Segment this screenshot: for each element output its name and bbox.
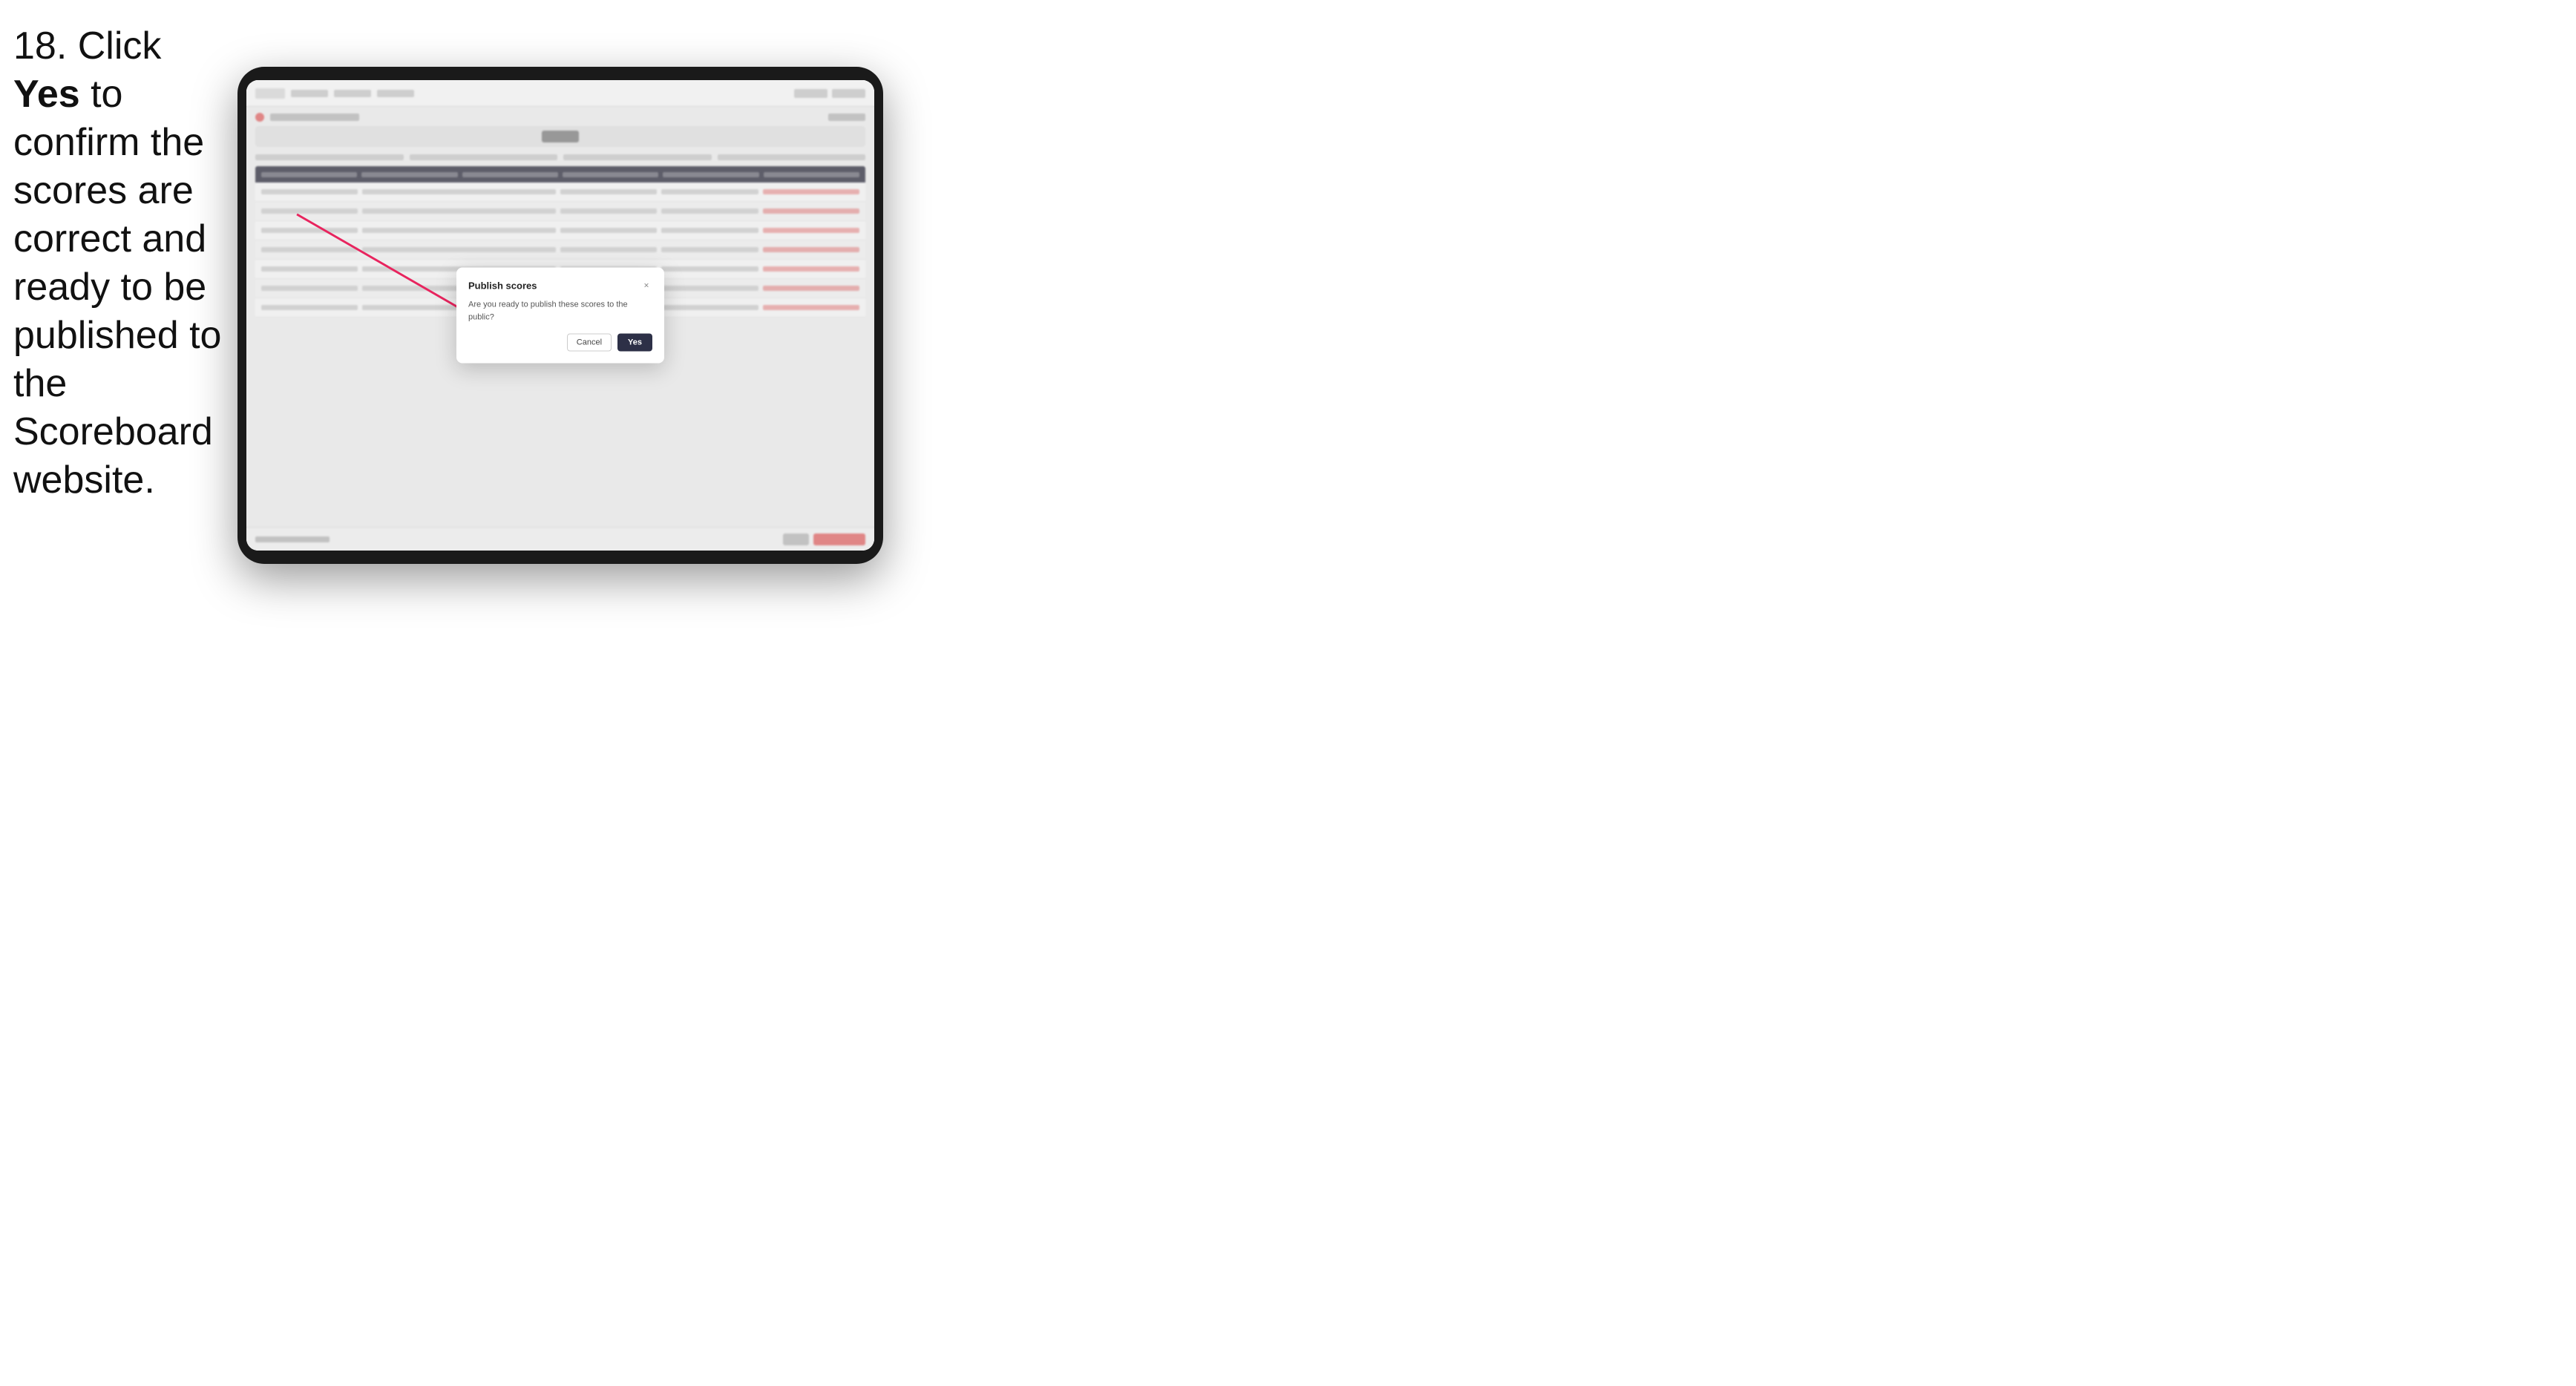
step-number: 18. [13, 24, 78, 68]
yes-button[interactable]: Yes [617, 334, 652, 352]
dialog-body-text: Are you ready to publish these scores to… [468, 299, 652, 323]
app-ui: Publish scores × Are you ready to publis… [246, 80, 874, 551]
tablet-device: Publish scores × Are you ready to publis… [237, 67, 883, 564]
dialog-title: Publish scores [468, 280, 537, 291]
yes-emphasis: Yes [13, 73, 80, 116]
dialog-header: Publish scores × [468, 280, 652, 292]
dialog-footer: Cancel Yes [468, 334, 652, 352]
dialog-close-button[interactable]: × [640, 280, 652, 292]
tablet-screen: Publish scores × Are you ready to publis… [246, 80, 874, 551]
cancel-button[interactable]: Cancel [567, 334, 612, 352]
instruction-text: 18. Click Yes to confirm the scores are … [13, 22, 229, 505]
publish-scores-dialog: Publish scores × Are you ready to publis… [456, 268, 664, 364]
